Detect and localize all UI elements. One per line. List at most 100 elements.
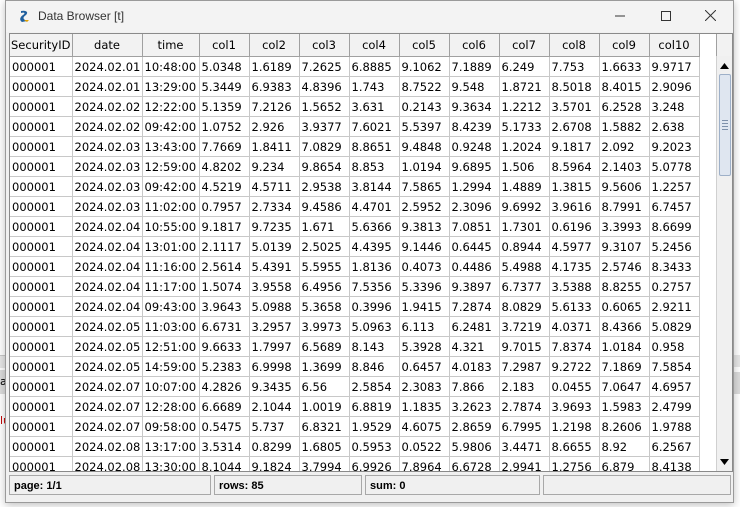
table-cell[interactable]: 13:29:00 — [142, 76, 200, 97]
table-row[interactable]: 000001 2024.02.03 13:43:00 7.7669 1.8411 7.08… — [10, 136, 700, 157]
table-row[interactable]: 000001 2024.02.04 11:17:00 1.5074 3.9558 6.49… — [10, 276, 700, 297]
table-cell[interactable]: 3.3993 — [599, 216, 650, 237]
table-cell[interactable]: 5.3449 — [199, 76, 250, 97]
table-cell[interactable]: 8.92 — [599, 436, 650, 457]
table-cell[interactable]: 5.0139 — [249, 236, 300, 257]
table-cell[interactable]: 9.9717 — [649, 56, 700, 77]
table-cell[interactable]: 6.2481 — [449, 316, 500, 337]
vertical-scrollbar[interactable] — [716, 56, 732, 471]
table-cell[interactable]: 7.0829 — [299, 136, 350, 157]
table-cell[interactable]: 2.4799 — [649, 396, 700, 417]
table-cell[interactable]: 000001 — [10, 276, 73, 297]
table-row[interactable]: 000001 2024.02.08 13:17:00 3.5314 0.8299 1.68… — [10, 436, 700, 457]
table-row[interactable]: 000001 2024.02.07 12:28:00 6.6689 2.1044 1.00… — [10, 396, 700, 417]
table-cell[interactable]: 2.5614 — [199, 256, 250, 277]
table-cell[interactable]: 4.8202 — [199, 156, 250, 177]
table-cell[interactable]: 6.8885 — [349, 56, 400, 77]
table-cell[interactable]: 2.8659 — [449, 416, 500, 437]
table-cell[interactable]: 9.6633 — [199, 336, 250, 357]
table-cell[interactable]: 3.5314 — [199, 436, 250, 457]
table-cell[interactable]: 000001 — [10, 296, 73, 317]
table-cell[interactable]: 9.3107 — [599, 236, 650, 257]
table-row[interactable]: 000001 2024.02.03 11:02:00 0.7957 2.7334 9.45… — [10, 196, 700, 217]
table-cell[interactable]: 7.2126 — [249, 96, 300, 117]
table-cell[interactable]: 2.1403 — [599, 156, 650, 177]
table-cell[interactable]: 9.6895 — [449, 156, 500, 177]
table-cell[interactable]: 9.234 — [249, 156, 300, 177]
table-cell[interactable]: 8.6699 — [649, 216, 700, 237]
table-cell[interactable]: 0.2143 — [399, 96, 450, 117]
table-cell[interactable]: 9.8654 — [299, 156, 350, 177]
table-cell[interactable]: 2.3096 — [449, 196, 500, 217]
table-row[interactable]: 000001 2024.02.05 14:59:00 5.2383 6.9998 1.36… — [10, 356, 700, 377]
table-cell[interactable]: 1.0752 — [199, 116, 250, 137]
table-cell[interactable]: 11:16:00 — [142, 256, 200, 277]
table-cell[interactable]: 5.9806 — [449, 436, 500, 457]
table-cell[interactable]: 7.1869 — [599, 356, 650, 377]
column-header-col4[interactable]: col4 — [349, 34, 400, 57]
table-cell[interactable]: 5.0778 — [649, 156, 700, 177]
table-row[interactable]: 000001 2024.02.04 09:43:00 3.9643 5.0988 5.36… — [10, 296, 700, 317]
table-cell[interactable]: 7.2625 — [299, 56, 350, 77]
scroll-down-arrow-icon[interactable] — [717, 454, 732, 469]
table-cell[interactable]: 1.6633 — [599, 56, 650, 77]
table-cell[interactable]: 7.0851 — [449, 216, 500, 237]
table-cell[interactable]: 09:42:00 — [142, 116, 200, 137]
table-cell[interactable]: 4.321 — [449, 336, 500, 357]
table-cell[interactable]: 1.2257 — [649, 176, 700, 197]
table-cell[interactable]: 1.1835 — [399, 396, 450, 417]
table-cell[interactable]: 000001 — [10, 256, 73, 277]
table-cell[interactable]: 2024.02.05 — [72, 356, 143, 377]
table-cell[interactable]: 1.8136 — [349, 256, 400, 277]
table-cell[interactable]: 0.5475 — [199, 416, 250, 437]
table-cell[interactable]: 3.2957 — [249, 316, 300, 337]
table-cell[interactable]: 2024.02.08 — [72, 436, 143, 457]
table-cell[interactable]: 000001 — [10, 356, 73, 377]
table-cell[interactable]: 000001 — [10, 76, 73, 97]
table-cell[interactable]: 6.7377 — [499, 276, 550, 297]
table-cell[interactable]: 6.879 — [599, 456, 650, 471]
table-cell[interactable]: 9.1824 — [249, 456, 300, 471]
table-cell[interactable]: 5.6133 — [549, 296, 600, 317]
table-cell[interactable]: 2024.02.07 — [72, 416, 143, 437]
table-cell[interactable]: 000001 — [10, 136, 73, 157]
table-cell[interactable]: 000001 — [10, 436, 73, 457]
table-cell[interactable]: 11:02:00 — [142, 196, 200, 217]
table-cell[interactable]: 3.7994 — [299, 456, 350, 471]
table-cell[interactable]: 7.1889 — [449, 56, 500, 77]
table-cell[interactable]: 4.5711 — [249, 176, 300, 197]
table-cell[interactable]: 8.4239 — [449, 116, 500, 137]
table-cell[interactable]: 2.926 — [249, 116, 300, 137]
table-cell[interactable]: 000001 — [10, 196, 73, 217]
table-cell[interactable]: 1.0184 — [599, 336, 650, 357]
table-cell[interactable]: 5.0988 — [249, 296, 300, 317]
table-cell[interactable]: 1.5983 — [599, 396, 650, 417]
table-cell[interactable]: 13:30:00 — [142, 456, 200, 471]
table-cell[interactable]: 000001 — [10, 156, 73, 177]
table-cell[interactable]: 0.8299 — [249, 436, 300, 457]
table-cell[interactable]: 2.9538 — [299, 176, 350, 197]
table-cell[interactable]: 7.5854 — [649, 356, 700, 377]
table-row[interactable]: 000001 2024.02.07 10:07:00 4.2826 9.3435 6.56… — [10, 376, 700, 397]
table-cell[interactable]: 1.0019 — [299, 396, 350, 417]
table-cell[interactable]: 6.9926 — [349, 456, 400, 471]
table-cell[interactable]: 14:59:00 — [142, 356, 200, 377]
column-header-securityid[interactable]: SecurityID — [10, 34, 73, 57]
table-cell[interactable]: 2.5952 — [399, 196, 450, 217]
scroll-thumb[interactable] — [719, 74, 731, 176]
table-cell[interactable]: 9.4586 — [299, 196, 350, 217]
table-cell[interactable]: 7.866 — [449, 376, 500, 397]
table-cell[interactable]: 0.2757 — [649, 276, 700, 297]
table-cell[interactable]: 0.0522 — [399, 436, 450, 457]
table-cell[interactable]: 7.5356 — [349, 276, 400, 297]
table-cell[interactable]: 8.3433 — [649, 256, 700, 277]
table-cell[interactable]: 09:58:00 — [142, 416, 200, 437]
table-cell[interactable]: 2.3083 — [399, 376, 450, 397]
table-cell[interactable]: 7.2874 — [449, 296, 500, 317]
table-cell[interactable]: 13:01:00 — [142, 236, 200, 257]
table-cell[interactable]: 8.4366 — [599, 316, 650, 337]
table-cell[interactable]: 11:17:00 — [142, 276, 200, 297]
table-cell[interactable]: 6.56 — [299, 376, 350, 397]
table-cell[interactable]: 2024.02.05 — [72, 336, 143, 357]
table-cell[interactable]: 09:43:00 — [142, 296, 200, 317]
